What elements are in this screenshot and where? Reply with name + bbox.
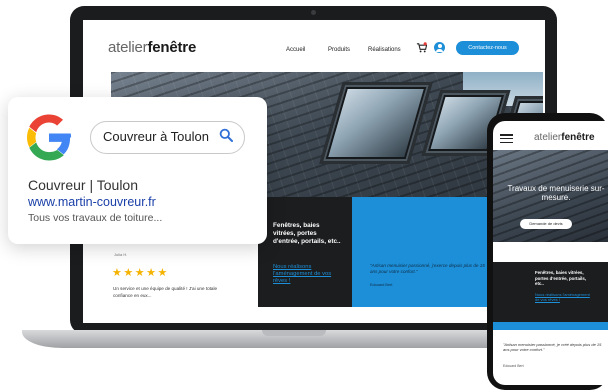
phone-quote-text: "Artisan menuisier passionné, je créé de… (503, 342, 602, 352)
quote-author: Edouard Bert (370, 283, 393, 287)
phone-blue-strip (493, 322, 608, 330)
nav-item-realisations[interactable]: Réalisations (368, 47, 401, 53)
search-icon[interactable] (219, 128, 233, 142)
phone-hero-title: Travaux de menuiserie sur-mesure. (507, 184, 605, 202)
nav-item-produits[interactable]: Produits (328, 47, 350, 53)
google-icon (27, 114, 72, 161)
result-description: Tous vos travaux de toiture... (28, 212, 163, 224)
services-link[interactable]: Nous réalisons l'aménagement de vos rêve… (273, 264, 343, 285)
phone-services-text: Fenêtres, baies vitrées, portes d'entrée… (535, 270, 587, 286)
window-glass (328, 89, 424, 157)
phone-quote-author: Edouard Bert (503, 364, 524, 368)
review-text: Un service et une équipe de qualité ! J'… (113, 286, 218, 298)
result-url[interactable]: www.martin-couvreur.fr (28, 195, 156, 209)
laptop-notch (262, 330, 326, 336)
quote-request-button[interactable]: Demande de devis (520, 219, 572, 229)
services-panel (258, 197, 352, 307)
services-text: Fenêtres, baies vitrées, portes d'entrée… (273, 222, 341, 245)
mockup-stage: atelierfenêtre Accueil Produits Réalisat… (0, 0, 608, 390)
hamburger-menu-icon[interactable] (500, 134, 513, 144)
nav-item-accueil[interactable]: Accueil (286, 47, 305, 53)
rating-stars: ★★★★★ (112, 267, 169, 279)
result-title[interactable]: Couvreur | Toulon (28, 177, 138, 193)
cart-icon[interactable] (416, 42, 427, 53)
review-author: Julia H. (114, 252, 128, 257)
site-header: atelierfenêtre Accueil Produits Réalisat… (83, 20, 545, 72)
camera-icon (311, 10, 316, 15)
phone-services-link[interactable]: Nous réalisons l'aménagement de vos rêve… (535, 292, 595, 302)
phone-site-logo[interactable]: atelierfenêtre (534, 132, 595, 143)
user-account-icon[interactable] (434, 42, 445, 53)
search-query: Couvreur à Toulon (103, 129, 209, 144)
site-logo[interactable]: atelierfenêtre (108, 39, 196, 56)
contact-button[interactable]: Contactez-nous (456, 41, 519, 55)
quote-text: "Artisan menuisier passionné, j'exerce d… (370, 263, 485, 274)
